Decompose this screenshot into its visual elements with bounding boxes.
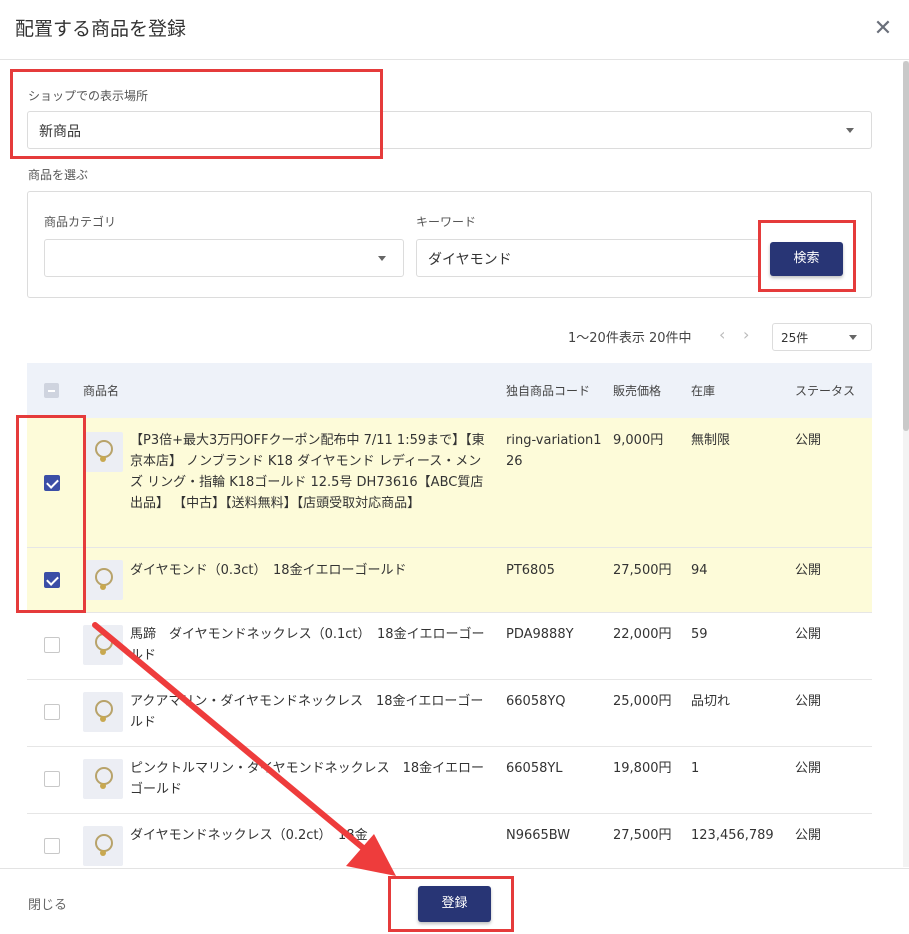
row-checkbox[interactable] [44, 771, 60, 787]
per-page-select[interactable]: 25件 [772, 323, 872, 351]
modal-title: 配置する商品を登録 [15, 18, 187, 40]
category-select[interactable] [44, 239, 404, 277]
display-location-label: ショップでの表示場所 [28, 89, 149, 103]
modal-footer: 閉じる 登録 [0, 868, 909, 934]
product-status: 公開 [795, 761, 822, 776]
display-location-value: 新商品 [39, 124, 81, 140]
product-thumbnail [83, 625, 123, 665]
header-price: 販売価格 [613, 384, 662, 398]
scrollbar-thumb[interactable] [903, 61, 909, 431]
product-price: 22,000円 [613, 627, 672, 642]
chevron-down-icon [378, 256, 386, 261]
next-page-icon[interactable]: › [743, 325, 749, 344]
product-status: 公開 [795, 433, 822, 448]
product-name: ピンクトルマリン・ダイヤモンドネックレス 18金イエローゴールド [130, 761, 485, 797]
header-name: 商品名 [83, 384, 120, 398]
product-stock: 123,456,789 [691, 828, 774, 843]
product-price: 19,800円 [613, 761, 672, 776]
modal-header: 配置する商品を登録 ✕ [0, 0, 909, 60]
select-all-checkbox[interactable] [44, 383, 59, 398]
keyword-label: キーワード [416, 215, 477, 229]
product-thumbnail [83, 432, 123, 472]
prev-page-icon[interactable]: ‹ [719, 325, 725, 344]
product-code: PT6805 [506, 563, 555, 578]
product-name: 馬蹄 ダイヤモンドネックレス（0.1ct） 18金イエローゴールド [130, 627, 485, 663]
product-code: 66058YL [506, 761, 563, 776]
table-row[interactable]: 馬蹄 ダイヤモンドネックレス（0.1ct） 18金イエローゴールド PDA988… [27, 613, 872, 680]
modal-body[interactable]: ショップでの表示場所 新商品 商品を選ぶ 商品カテゴリ キーワード ダイヤモンド… [0, 61, 909, 867]
close-link[interactable]: 閉じる [28, 894, 67, 913]
product-status: 公開 [795, 627, 822, 642]
product-name: ダイヤモンドネックレス（0.2ct） 18金 [130, 828, 368, 843]
table-row[interactable]: 【P3倍+最大3万円OFFクーポン配布中 7/11 1:59まで】【東京本店】 … [27, 418, 872, 548]
product-stock: 94 [691, 563, 708, 578]
product-select-label: 商品を選ぶ [28, 168, 89, 182]
product-thumbnail [83, 826, 123, 866]
product-price: 27,500円 [613, 563, 672, 578]
product-thumbnail [83, 759, 123, 799]
row-checkbox[interactable] [44, 572, 60, 588]
keyword-input[interactable]: ダイヤモンド [416, 239, 761, 277]
chevron-down-icon [849, 335, 857, 340]
table-row[interactable]: アクアマリン・ダイヤモンドネックレス 18金イエローゴールド 66058YQ 2… [27, 680, 872, 747]
product-price: 25,000円 [613, 694, 672, 709]
row-checkbox[interactable] [44, 704, 60, 720]
product-status: 公開 [795, 828, 822, 843]
submit-button[interactable]: 登録 [418, 886, 491, 922]
header-status: ステータス [795, 384, 856, 398]
header-code: 独自商品コード [506, 384, 591, 398]
product-thumbnail [83, 560, 123, 600]
product-name: アクアマリン・ダイヤモンドネックレス 18金イエローゴールド [130, 694, 484, 730]
product-price: 27,500円 [613, 828, 672, 843]
product-price: 9,000円 [613, 433, 664, 448]
row-checkbox[interactable] [44, 838, 60, 854]
table-row[interactable]: ダイヤモンド（0.3ct） 18金イエローゴールド PT6805 27,500円… [27, 548, 872, 613]
close-icon[interactable]: ✕ [870, 16, 896, 42]
search-button[interactable]: 検索 [770, 242, 843, 276]
product-stock: 59 [691, 627, 708, 642]
product-thumbnail [83, 692, 123, 732]
scrollbar[interactable] [903, 61, 909, 867]
product-name: ダイヤモンド（0.3ct） 18金イエローゴールド [130, 563, 407, 578]
product-status: 公開 [795, 694, 822, 709]
product-name: 【P3倍+最大3万円OFFクーポン配布中 7/11 1:59まで】【東京本店】 … [130, 433, 485, 511]
header-stock: 在庫 [691, 384, 716, 398]
display-location-select[interactable]: 新商品 [27, 111, 872, 149]
row-checkbox[interactable] [44, 475, 60, 491]
row-checkbox[interactable] [44, 637, 60, 653]
product-stock: 品切れ [691, 694, 731, 709]
table-header: 商品名 独自商品コード 販売価格 在庫 ステータス [27, 363, 872, 418]
per-page-value: 25件 [781, 331, 809, 345]
product-status: 公開 [795, 563, 822, 578]
table-row[interactable]: ピンクトルマリン・ダイヤモンドネックレス 18金イエローゴールド 66058YL… [27, 747, 872, 814]
pager-summary: 1〜20件表示 20件中 [568, 331, 692, 346]
table-row[interactable]: ダイヤモンドネックレス（0.2ct） 18金 N9665BW 27,500円 1… [27, 814, 872, 867]
product-code: ring-variation126 [506, 433, 602, 469]
product-code: N9665BW [506, 828, 571, 843]
category-label: 商品カテゴリ [44, 215, 117, 229]
product-stock: 無制限 [691, 433, 731, 448]
product-code: PDA9888Y [506, 627, 574, 642]
chevron-down-icon [846, 128, 854, 133]
product-code: 66058YQ [506, 694, 566, 709]
keyword-value: ダイヤモンド [428, 252, 512, 268]
product-stock: 1 [691, 761, 700, 776]
